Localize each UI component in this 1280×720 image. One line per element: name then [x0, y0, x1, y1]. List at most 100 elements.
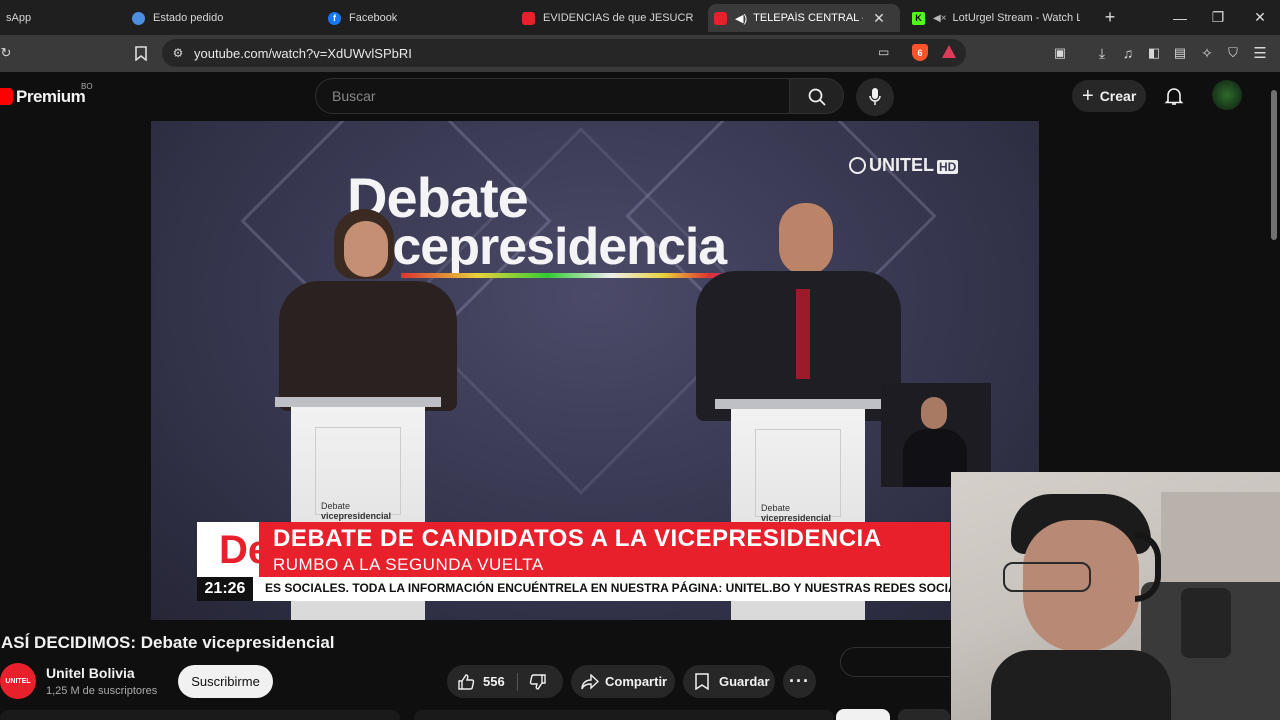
banner-headline: DEBATE DE CANDIDATOS A LA VICEPRESIDENCI…: [273, 525, 882, 552]
address-bar-row: ↻ ⚙ youtube.com/watch?v=XdUWvlSPbRI ▭ 6 …: [0, 35, 1280, 72]
tab-telepais-central[interactable]: ◀) TELEPAÍS CENTRAL - You ✕: [708, 4, 900, 32]
site-settings-icon[interactable]: ⚙: [162, 46, 194, 60]
unitel-hd-logo: UNITEL HD: [849, 155, 959, 176]
tab-estado-pedido[interactable]: Estado pedido: [126, 4, 316, 32]
tab-title: Facebook: [349, 12, 398, 24]
lectern-left-top: [275, 397, 441, 407]
save-button[interactable]: Guardar: [683, 665, 775, 698]
candidate-left-face: [344, 221, 388, 277]
menu-icon[interactable]: ☰: [1250, 44, 1270, 62]
shield-count: 6: [917, 47, 923, 58]
new-tab-button[interactable]: +: [1090, 0, 1130, 35]
subscribe-label: Suscribirme: [191, 674, 260, 689]
download-icon[interactable]: ⤓: [1092, 44, 1112, 62]
tab-whatsapp[interactable]: sApp: [0, 4, 110, 32]
podium-label-bottom: vicepresidencial: [321, 511, 392, 521]
filter-chip-channel[interactable]: [898, 709, 950, 720]
candidate-left-body: [279, 281, 457, 411]
reload-icon[interactable]: ↻: [0, 43, 12, 63]
search-input[interactable]: Buscar: [315, 78, 789, 114]
user-avatar[interactable]: [1212, 80, 1242, 110]
tab-title: LotUrgel Stream - Watch Live: [952, 12, 1080, 24]
url-text: youtube.com/watch?v=XdUWvlSPbRI: [194, 45, 412, 61]
wallet-icon[interactable]: ▤: [1170, 44, 1190, 62]
like-count: 556: [483, 674, 505, 689]
muted-speaker-icon: ◀×: [933, 12, 947, 24]
create-label: Crear: [1099, 88, 1137, 104]
close-tab-icon[interactable]: ✕: [873, 10, 885, 27]
thumbs-down-icon: [529, 674, 546, 690]
youtube-icon: [714, 11, 727, 25]
channel-avatar[interactable]: UNITEL: [0, 663, 36, 699]
tab-title: sApp: [6, 12, 32, 24]
description-box-partial: [414, 710, 834, 720]
create-button[interactable]: + Crear: [1072, 80, 1146, 112]
scrollbar-thumb[interactable]: [1271, 90, 1277, 240]
minimize-icon[interactable]: —: [1160, 0, 1200, 35]
voice-search-button[interactable]: [856, 78, 894, 116]
brave-rewards-icon[interactable]: [942, 45, 956, 58]
browser-tab-bar: sApp Estado pedido f Facebook EVIDENCIAS…: [0, 0, 1280, 35]
dislike-button[interactable]: [529, 673, 547, 694]
video-player[interactable]: Debate vicepresidencia UNITEL HD Debate v…: [151, 121, 1039, 620]
person-shirt: [991, 650, 1171, 720]
microphone-icon: [869, 88, 881, 105]
search-placeholder: Buscar: [332, 88, 376, 104]
speaker-icon: ◀): [735, 12, 748, 25]
restore-icon[interactable]: ❐: [1198, 0, 1238, 35]
rainbow-stripe: [401, 273, 751, 278]
ticker-clock: 21:26: [197, 577, 253, 601]
bookmark-icon[interactable]: [128, 43, 154, 63]
set-title-vicepresidencia: vicepresidencia: [351, 218, 727, 276]
webcam-overlay: [951, 472, 1280, 720]
tab-title: Estado pedido: [153, 12, 224, 24]
interpreter-face: [921, 397, 947, 429]
save-icon: [695, 673, 709, 690]
more-horizontal-icon: ···: [789, 671, 810, 691]
filter-chip-all[interactable]: [836, 709, 890, 720]
candidate-right-face: [779, 203, 833, 275]
divider: [517, 673, 518, 691]
youtube-header: Premium BO Buscar + Crear: [0, 72, 1280, 120]
person-glasses: [1003, 562, 1091, 592]
screenshot-icon[interactable]: ▣: [1050, 44, 1070, 62]
tab-evidencias[interactable]: EVIDENCIAS de que JESUCRISTO: [516, 4, 700, 32]
sidebar-icon[interactable]: ◧: [1144, 44, 1164, 62]
search-icon: [808, 88, 826, 106]
media-icon[interactable]: ♫: [1118, 44, 1138, 62]
chat-input-partial[interactable]: [840, 647, 950, 677]
podium-label-top: Debate: [761, 503, 791, 513]
share-icon: [581, 673, 599, 690]
youtube-logo-icon[interactable]: [0, 88, 13, 105]
like-button[interactable]: [457, 673, 475, 694]
notifications-bell-icon[interactable]: [1164, 86, 1184, 111]
tab-title: EVIDENCIAS de que JESUCRISTO: [543, 12, 694, 24]
share-button[interactable]: Compartir: [571, 665, 675, 698]
wall-shelf: [1161, 492, 1280, 582]
more-actions-button[interactable]: ···: [783, 665, 816, 698]
ticker-text: ES SOCIALES. TODA LA INFORMACIÓN ENCUÉNT…: [265, 581, 984, 595]
thumbs-up-icon: [458, 674, 475, 690]
brave-shield-icon[interactable]: 6: [912, 44, 928, 61]
tab-lot-urgel-stream[interactable]: K ◀× LotUrgel Stream - Watch Live: [906, 4, 1086, 32]
like-dislike-group: 556: [447, 665, 563, 698]
tab-title: TELEPAÍS CENTRAL - You: [753, 12, 863, 24]
banner-subhead: RUMBO A LA SEGUNDA VUELTA: [273, 555, 544, 574]
url-field[interactable]: ⚙ youtube.com/watch?v=XdUWvlSPbRI ▭ 6: [162, 39, 966, 67]
subscribe-button[interactable]: Suscribirme: [178, 665, 273, 698]
leo-ai-icon[interactable]: ✧: [1197, 44, 1217, 62]
subscriber-count: 1,25 M de suscriptores: [46, 685, 158, 697]
facebook-icon: f: [328, 11, 341, 25]
program-logo: De: [197, 522, 270, 577]
vpn-icon[interactable]: ⛉: [1223, 44, 1243, 62]
search-button[interactable]: [789, 78, 844, 114]
youtube-premium-logo[interactable]: Premium: [16, 87, 86, 107]
plus-icon: +: [1082, 84, 1094, 107]
podium-label-top: Debate: [321, 501, 351, 511]
tab-facebook[interactable]: f Facebook: [322, 4, 512, 32]
program-logo-text: De: [219, 528, 271, 572]
close-window-icon[interactable]: ✕: [1240, 0, 1280, 35]
channel-name[interactable]: Unitel Bolivia: [46, 665, 135, 681]
cast-icon[interactable]: ▭: [878, 45, 889, 59]
unitel-logo-text: UNITEL: [869, 155, 934, 175]
